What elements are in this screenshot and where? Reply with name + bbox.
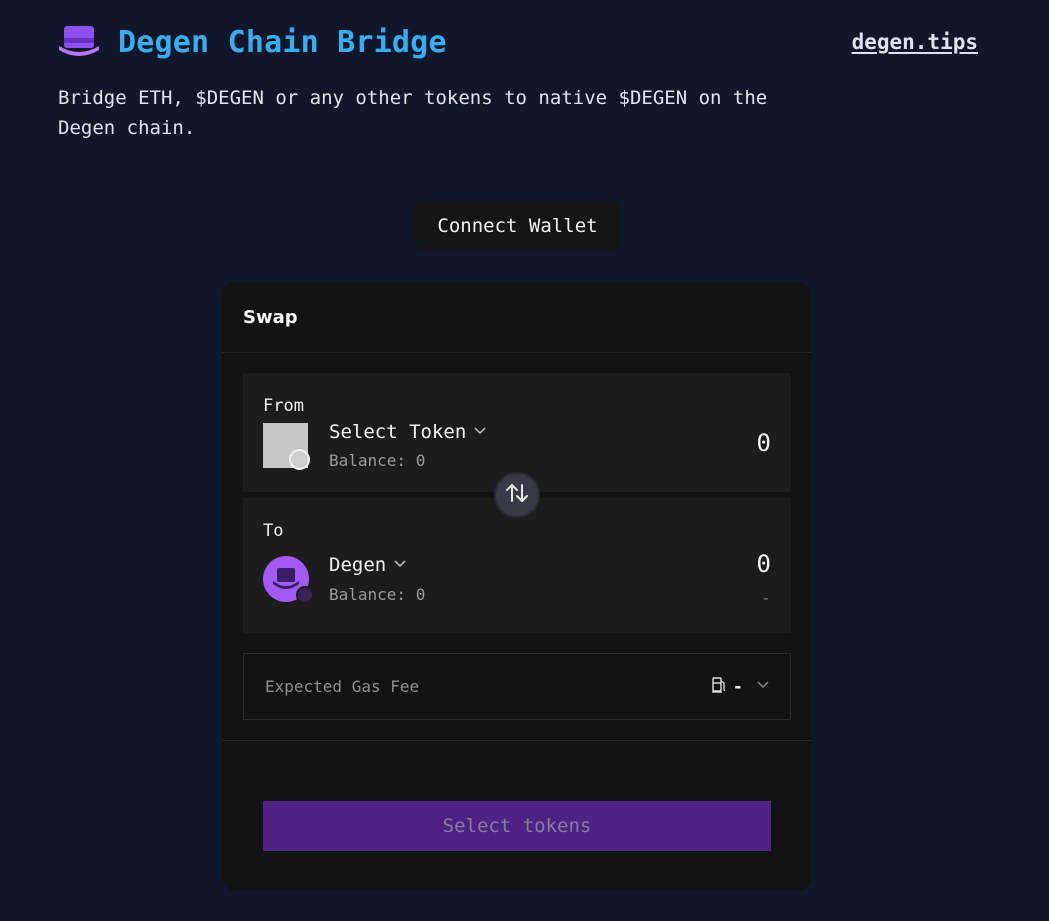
from-token-label: Select Token — [329, 421, 467, 443]
page-header: Degen Chain Bridge degen.tips — [58, 22, 978, 62]
chain-badge-icon — [289, 449, 310, 470]
swap-card: Swap From Select Token Balance: 0 To — [222, 282, 811, 891]
expected-gas-fee-row[interactable]: Expected Gas Fee - — [243, 653, 791, 720]
swap-direction-button[interactable] — [494, 472, 540, 518]
swap-arrows-icon — [504, 480, 530, 510]
from-token-select[interactable]: Select Token — [329, 421, 486, 443]
to-balance: Balance: 0 — [329, 585, 426, 604]
page-title: Degen Chain Bridge — [118, 24, 447, 60]
from-balance: Balance: 0 — [329, 451, 426, 470]
from-amount-input[interactable] — [621, 429, 771, 457]
to-label: To — [263, 521, 284, 541]
to-token-select[interactable]: Degen — [329, 554, 406, 576]
to-token-label: Degen — [329, 554, 387, 576]
gas-fee-value: - — [732, 676, 743, 697]
chain-badge-icon — [296, 586, 314, 604]
chevron-down-icon — [474, 424, 486, 439]
gas-fee-value-group: - — [711, 676, 769, 698]
card-divider — [222, 740, 811, 741]
swap-card-header: Swap — [222, 282, 811, 353]
brand: Degen Chain Bridge — [58, 24, 447, 60]
from-token-placeholder-image — [263, 423, 310, 470]
swap-title: Swap — [243, 306, 298, 328]
degen-token-icon — [263, 556, 314, 604]
to-amount-input[interactable] — [621, 550, 771, 578]
to-usd-value: - — [761, 591, 770, 607]
select-tokens-button[interactable]: Select tokens — [263, 801, 771, 851]
top-hat-icon — [58, 24, 100, 60]
gas-fee-label: Expected Gas Fee — [265, 677, 420, 696]
fuel-pump-icon — [711, 676, 727, 698]
to-panel: To Degen Balance: 0 - — [243, 498, 791, 633]
from-label: From — [263, 396, 304, 416]
degen-tips-link[interactable]: degen.tips — [852, 30, 978, 54]
chevron-down-icon — [394, 557, 406, 572]
page-subtitle: Bridge ETH, $DEGEN or any other tokens t… — [58, 87, 768, 139]
connect-wallet-button[interactable]: Connect Wallet — [415, 201, 620, 251]
chevron-down-icon — [757, 678, 769, 693]
